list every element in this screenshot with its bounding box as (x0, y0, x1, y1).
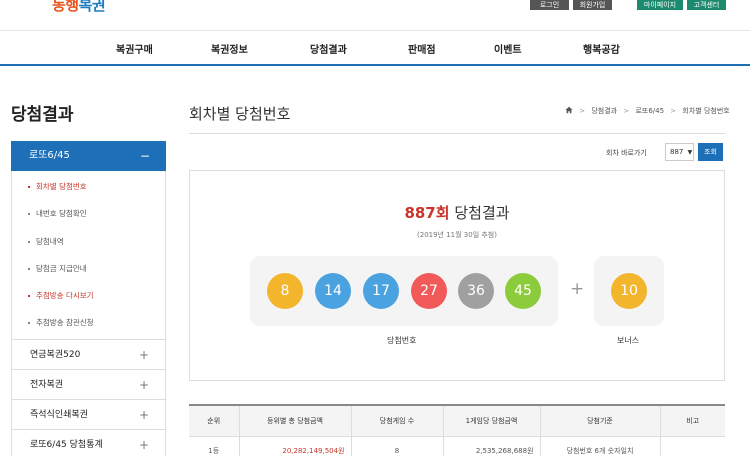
draw-result-box: 887회 당첨결과 (2019년 11월 30일 추첨) 8 14 17 27 … (189, 170, 725, 381)
nav-info[interactable]: 복권정보 (211, 41, 248, 56)
bonus-ball: 10 (611, 273, 647, 309)
submenu-label: 내번호 당첨확인 (36, 209, 87, 219)
plus-icon: + (138, 377, 149, 392)
draw-date: (2019년 11월 30일 추첨) (417, 231, 497, 239)
table-cell-rank: 1등 (189, 436, 239, 456)
lotto-ball: 17 (363, 273, 399, 309)
submenu-item-replay[interactable]: 추첨방송 다시보기 (12, 282, 165, 309)
sidebar: 로또6/45 − 회차별 당첨번호 내번호 당첨확인 당첨내역 당첨금 지급안내… (11, 141, 166, 456)
table-cell-criteria: 당첨번호 6개 숫자일치 (539, 436, 660, 456)
sidebar-item-label: 연금복권520 (30, 349, 81, 360)
bullet-icon (28, 213, 30, 216)
nav-buy[interactable]: 복권구매 (116, 41, 153, 56)
logo[interactable]: 동행복권 (52, 0, 106, 15)
lotto-ball: 27 (411, 273, 447, 309)
table-cell-note (659, 436, 725, 456)
table-cell-winners: 8 (350, 436, 443, 456)
signup-button[interactable]: 회원가입 (573, 0, 612, 10)
submenu-item-my-check[interactable]: 내번호 당첨확인 (12, 200, 165, 227)
nav-event[interactable]: 이벤트 (494, 41, 522, 56)
table-row: 1등 20,282,149,504원 8 2,535,268,688원 당첨번호… (189, 436, 725, 456)
logo-part2: 복권 (78, 0, 106, 14)
submenu-item-attend[interactable]: 추첨방송 참관신청 (12, 309, 165, 336)
chevron-right-icon: > (623, 107, 630, 115)
sidebar-item-label: 전자복권 (30, 379, 64, 390)
column-header: 당첨게임 수 (350, 404, 443, 437)
bullet-icon (28, 186, 30, 188)
mypage-button[interactable]: 마이페이지 (637, 0, 683, 10)
table-header-row: 순위 등위별 총 당첨금액 당첨게임 수 1게임당 당첨금액 당첨기준 비고 (189, 404, 725, 437)
plus-icon: + (138, 347, 149, 362)
top-bar: 동행복권 로그인 회원가입 마이페이지 고객센터 (0, 0, 750, 30)
winning-numbers-panel: 8 14 17 27 36 45 (250, 256, 558, 326)
sidebar-title: 당첨결과 (11, 105, 74, 125)
bullet-icon (28, 267, 30, 270)
bullet-icon (28, 240, 30, 243)
lotto-ball: 14 (315, 273, 351, 309)
breadcrumb-item[interactable]: 당첨결과 (591, 107, 617, 115)
plus-icon: + (570, 279, 585, 299)
draw-result-text: 당첨결과 (454, 204, 510, 222)
submenu-item-payout-guide[interactable]: 당첨금 지급안내 (12, 255, 165, 282)
sidebar-item-label: 즉석식인쇄복권 (30, 409, 88, 420)
breadcrumb-item[interactable]: 로또6/45 (635, 107, 664, 115)
sidebar-item-electronic[interactable]: 전자복권 + (11, 369, 166, 400)
breadcrumb-current: 회차별 당첨번호 (682, 107, 730, 115)
draw-heading: 887회 당첨결과 (190, 202, 724, 223)
submenu-label: 당첨내역 (36, 236, 64, 246)
main-nav: 복권구매 복권정보 당첨결과 판매점 이벤트 행복공감 (0, 30, 750, 66)
plus-icon: + (138, 407, 149, 422)
submenu-label: 당첨금 지급안내 (36, 263, 87, 273)
sidebar-item-pension520[interactable]: 연금복권520 + (11, 339, 166, 370)
lotto-ball: 45 (505, 273, 541, 309)
submenu-item-draw-numbers[interactable]: 회차별 당첨번호 (12, 173, 165, 200)
nav-stores[interactable]: 판매점 (408, 41, 436, 56)
column-header: 비고 (659, 404, 725, 437)
column-header: 당첨기준 (539, 404, 660, 437)
sidebar-item-stats[interactable]: 로또6/45 당첨통계 + (11, 429, 166, 456)
caret-down-icon: ▼ (687, 149, 693, 156)
column-header: 1게임당 당첨금액 (442, 404, 540, 437)
round-select-value: 887 (670, 148, 684, 156)
nav-happy[interactable]: 행복공감 (583, 41, 620, 56)
submenu: 회차별 당첨번호 내번호 당첨확인 당첨내역 당첨금 지급안내 추첨방송 다시보… (11, 171, 166, 340)
goto-label: 회차 바로가기 (606, 149, 647, 157)
chevron-right-icon: > (579, 107, 586, 115)
table-cell-per-game: 2,535,268,688원 (442, 436, 540, 456)
nav-results[interactable]: 당첨결과 (310, 41, 347, 56)
draw-number: 887회 (404, 204, 450, 222)
submenu-label: 회차별 당첨번호 (36, 182, 87, 191)
round-select[interactable]: 887 ▼ (665, 143, 694, 161)
bonus-label: 보너스 (617, 336, 640, 345)
lotto-ball: 36 (458, 273, 494, 309)
divider (189, 133, 725, 134)
bullet-icon (28, 295, 30, 298)
sidebar-item-instant[interactable]: 즉석식인쇄복권 + (11, 399, 166, 430)
customer-center-button[interactable]: 고객센터 (687, 0, 726, 10)
plus-icon: + (138, 437, 149, 452)
lotto-ball: 8 (267, 273, 303, 309)
winning-numbers-label: 당첨번호 (387, 336, 417, 345)
sidebar-item-label: 로또6/45 (29, 150, 70, 161)
login-button[interactable]: 로그인 (530, 0, 569, 10)
table-cell-total-prize: 20,282,149,504원 (238, 436, 351, 456)
minus-icon: − (139, 149, 150, 163)
submenu-label: 추첨방송 참관신청 (36, 318, 94, 328)
sidebar-item-label: 로또6/45 당첨통계 (30, 439, 103, 450)
page-title: 회차별 당첨번호 (189, 105, 291, 123)
bonus-number-panel: 10 (594, 256, 664, 326)
chevron-right-icon: > (670, 107, 677, 115)
sidebar-item-lotto645[interactable]: 로또6/45 − (11, 141, 166, 171)
submenu-item-history[interactable]: 당첨내역 (12, 228, 165, 255)
prize-table: 순위 등위별 총 당첨금액 당첨게임 수 1게임당 당첨금액 당첨기준 비고 1… (189, 404, 725, 456)
bullet-icon (28, 322, 30, 325)
column-header: 등위별 총 당첨금액 (238, 404, 351, 437)
search-button[interactable]: 조회 (698, 143, 723, 161)
submenu-label: 추첨방송 다시보기 (36, 291, 94, 301)
column-header: 순위 (189, 404, 239, 437)
logo-part1: 동행 (52, 0, 79, 14)
breadcrumb: > 당첨결과 > 로또6/45 > 회차별 당첨번호 (565, 106, 730, 116)
home-icon[interactable] (565, 106, 573, 114)
